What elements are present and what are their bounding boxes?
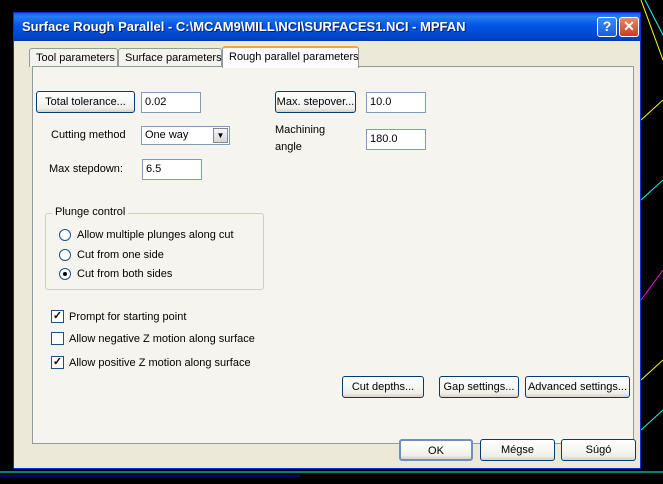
radio-cut-from-both-sides[interactable] (59, 268, 71, 280)
help-button[interactable]: Súgó (561, 439, 636, 461)
radio-allow-multiple-plunges-label: Allow multiple plunges along cut (77, 229, 234, 241)
checkbox-prompt-starting-point-label: Prompt for starting point (69, 311, 187, 323)
title-bar[interactable]: Surface Rough Parallel - C:\MCAM9\MILL\N… (14, 13, 640, 41)
radio-cut-from-both-sides-label: Cut from both sides (77, 268, 173, 280)
ok-button[interactable]: OK (399, 439, 473, 461)
radio-cut-from-one-side-label: Cut from one side (77, 249, 164, 261)
surface-rough-parallel-dialog: Surface Rough Parallel - C:\MCAM9\MILL\N… (13, 12, 641, 469)
max-stepdown-label: Max stepdown: (49, 163, 123, 175)
total-tolerance-button[interactable]: Total tolerance... (36, 91, 135, 113)
cut-depths-button[interactable]: Cut depths... (342, 376, 424, 398)
machining-angle-input[interactable]: 180.0 (366, 129, 426, 150)
tab-surface-parameters[interactable]: Surface parameters (118, 48, 222, 67)
help-icon[interactable]: ? (597, 17, 617, 37)
close-icon[interactable]: ✕ (619, 17, 639, 37)
radio-allow-multiple-plunges[interactable] (59, 229, 71, 241)
cutting-method-label: Cutting method (51, 129, 126, 141)
chevron-down-icon[interactable]: ▼ (213, 128, 228, 143)
gap-settings-button[interactable]: Gap settings... (439, 376, 519, 398)
radio-cut-from-one-side[interactable] (59, 249, 71, 261)
checkbox-allow-negative-z[interactable] (51, 332, 64, 345)
plunge-control-legend: Plunge control (52, 206, 129, 218)
tab-tool-parameters[interactable]: Tool parameters (29, 48, 118, 67)
checkbox-prompt-starting-point[interactable]: ✓ (51, 310, 64, 323)
advanced-settings-button[interactable]: Advanced settings... (525, 376, 630, 398)
total-tolerance-input[interactable]: 0.02 (141, 92, 201, 113)
checkbox-allow-negative-z-label: Allow negative Z motion along surface (69, 333, 255, 345)
checkbox-allow-positive-z-label: Allow positive Z motion along surface (69, 357, 251, 369)
cutting-method-value: One way (145, 129, 189, 141)
machining-angle-label-line1: Machining (275, 124, 326, 136)
tab-rough-parallel-parameters[interactable]: Rough parallel parameters (222, 46, 359, 68)
max-stepover-input[interactable]: 10.0 (366, 92, 426, 113)
cancel-button[interactable]: Mégse (480, 439, 555, 461)
max-stepover-button[interactable]: Max. stepover... (275, 91, 356, 113)
cutting-method-select[interactable]: One way ▼ (141, 126, 230, 145)
rough-parallel-panel: Total tolerance... 0.02 Cutting method O… (32, 66, 634, 444)
window-title: Surface Rough Parallel - C:\MCAM9\MILL\N… (22, 19, 466, 34)
machining-angle-label-line2: angle (275, 141, 302, 153)
max-stepdown-input[interactable]: 6.5 (142, 159, 202, 180)
checkbox-allow-positive-z[interactable]: ✓ (51, 356, 64, 369)
